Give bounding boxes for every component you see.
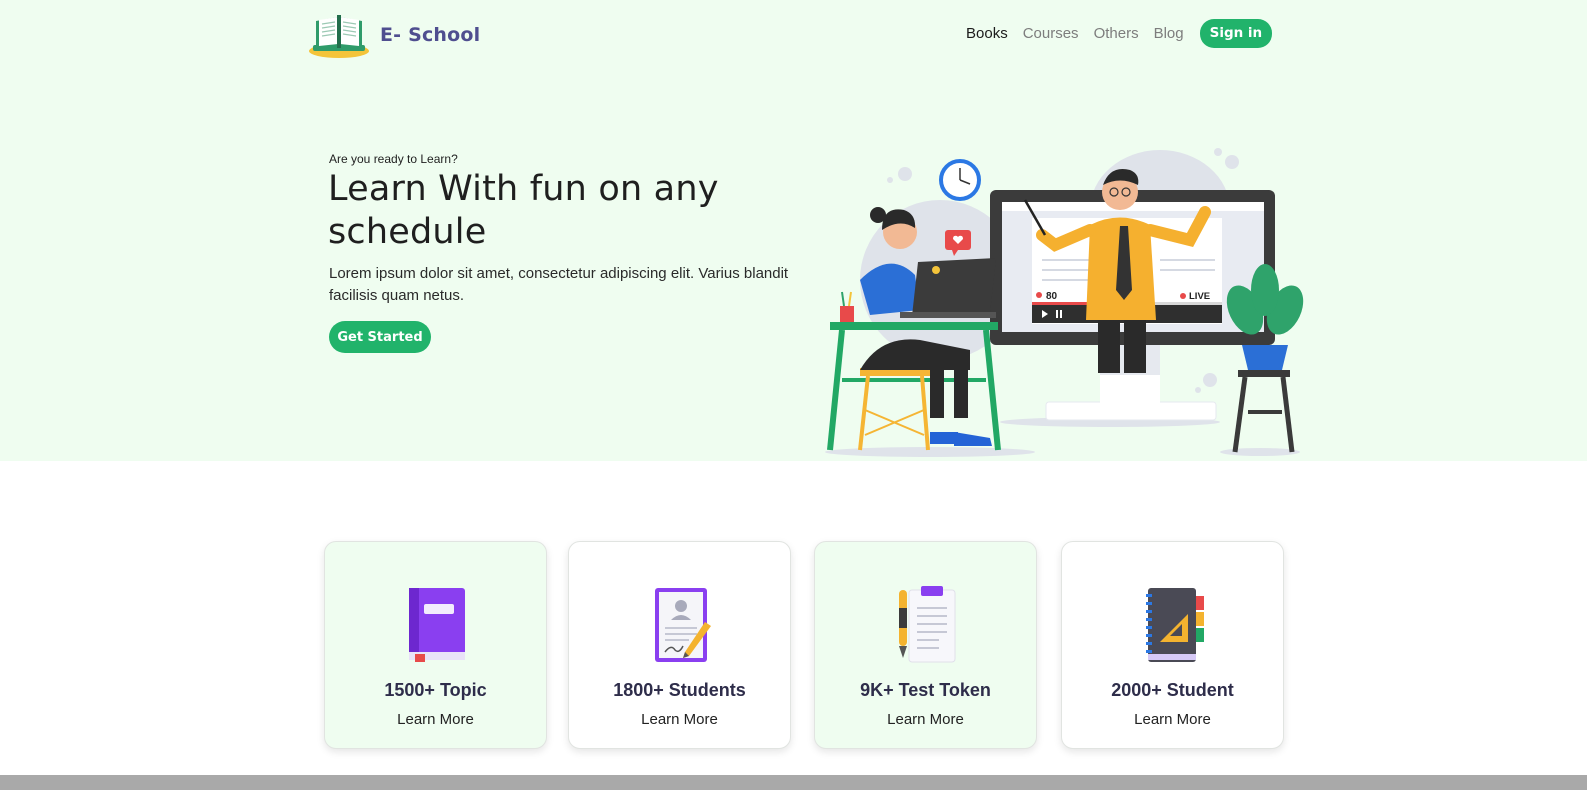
get-started-button[interactable]: Get Started [329, 321, 431, 353]
hero-description: Lorem ipsum dolor sit amet, consectetur … [329, 265, 789, 304]
nav-item-books[interactable]: Books [966, 25, 1008, 42]
footer-strip [0, 775, 1587, 790]
hero-eyebrow: Are you ready to Learn? [329, 152, 458, 166]
learn-more-link[interactable]: Learn More [569, 711, 790, 728]
sign-in-button[interactable]: Sign in [1199, 18, 1273, 48]
stat-title: 1500+ Topic [384, 680, 487, 700]
stat-title: 9K+ Test Token [860, 680, 991, 700]
learn-more-link[interactable]: Learn More [1062, 711, 1283, 728]
nav-item-blog[interactable]: Blog [1154, 25, 1184, 42]
stat-title: 1800+ Students [613, 680, 746, 700]
nav-item-courses[interactable]: Courses [1023, 25, 1079, 42]
stat-card-student-count[interactable]: 2000+ Student Learn More [1061, 541, 1284, 749]
nav-item-others[interactable]: Others [1094, 25, 1139, 42]
hero-title: Learn With fun on any schedule [328, 169, 719, 252]
learn-more-link[interactable]: Learn More [325, 711, 546, 728]
learn-more-link[interactable]: Learn More [815, 711, 1036, 728]
hero-illustration: 80 LIVE [820, 140, 1320, 462]
brand-name: E- School [380, 24, 481, 46]
stat-card-students[interactable]: 1800+ Students Learn More [568, 541, 791, 749]
open-book-icon [308, 11, 370, 59]
main-nav: Books Courses Others Blog Sign in [966, 18, 1273, 48]
certificate-icon [649, 586, 713, 664]
stat-card-topics[interactable]: 1500+ Topic Learn More [324, 541, 547, 749]
purple-book-icon [405, 586, 469, 664]
stat-card-test-tokens[interactable]: 9K+ Test Token Learn More [814, 541, 1037, 749]
notebook-ruler-icon [1142, 586, 1206, 664]
clipboard-pen-icon [895, 586, 959, 664]
brand-logo[interactable]: E- School [308, 10, 488, 60]
stat-title: 2000+ Student [1111, 680, 1234, 700]
live-label: LIVE [1189, 291, 1210, 302]
viewer-count: 80 [1046, 291, 1058, 302]
